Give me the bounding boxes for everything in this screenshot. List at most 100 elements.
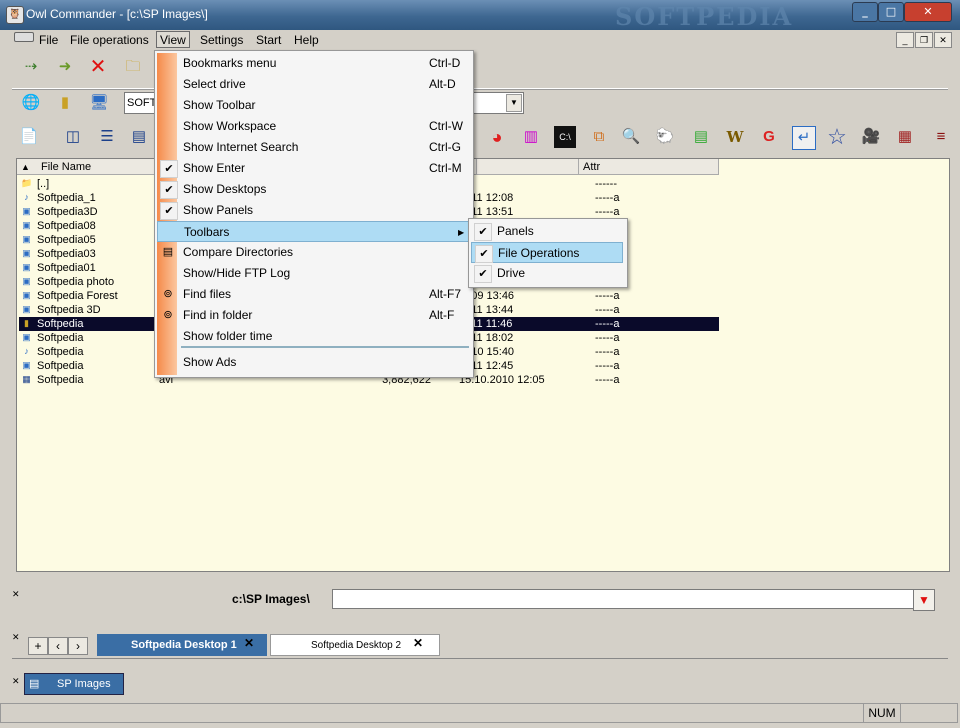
- column-header-filename-label: File Name: [40, 161, 92, 173]
- menu-item-compare-directories[interactable]: ▤ Compare Directories: [157, 242, 469, 263]
- taskbar-item-label: SP Images: [57, 678, 111, 690]
- close-desktops-pane-icon[interactable]: ✕: [12, 632, 20, 643]
- file-attr: -----a: [595, 290, 620, 302]
- system-menu-icon[interactable]: [14, 32, 34, 42]
- taskbar-item[interactable]: ▤ SP Images: [24, 673, 124, 695]
- menu-item-label: Select drive: [183, 77, 246, 91]
- menu-item-find-in-folder[interactable]: ⊚ Find in folder Alt-F: [157, 305, 469, 326]
- file-attr: -----a: [595, 346, 620, 358]
- menu-settings[interactable]: Settings: [197, 33, 246, 48]
- archive-icon[interactable]: ▮: [54, 92, 76, 114]
- file-attr: -----a: [595, 304, 620, 316]
- file-name: Softpedia: [37, 318, 84, 330]
- menu-item-show-folder-time[interactable]: Show folder time: [157, 326, 469, 347]
- menu-item-show-enter[interactable]: ✔ Show Enter Ctrl-M: [157, 158, 469, 179]
- move-icon[interactable]: ➜: [54, 56, 76, 78]
- menu-item-show-ads[interactable]: Show Ads: [157, 352, 469, 373]
- copy-icon[interactable]: ⇢: [20, 56, 42, 78]
- desktop-tab-2-close-icon[interactable]: ✕: [413, 636, 423, 650]
- menu-item-label: Toolbars: [184, 225, 230, 239]
- list-menu-icon[interactable]: ≡: [930, 126, 952, 148]
- file-attr: -----a: [595, 374, 620, 386]
- delete-icon[interactable]: ✕: [87, 56, 109, 78]
- network-folder-icon[interactable]: 🌐: [20, 92, 42, 114]
- add-desktop-button[interactable]: +: [28, 637, 48, 655]
- cascade-panels-icon[interactable]: ▤: [128, 126, 150, 148]
- menu-start[interactable]: Start: [253, 33, 284, 48]
- previous-desktop-button[interactable]: ‹: [48, 637, 68, 655]
- submenu-item-file-operations[interactable]: ✔ File Operations: [471, 242, 623, 263]
- console-icon[interactable]: C:\: [554, 126, 576, 148]
- text-file-icon[interactable]: ▤: [690, 126, 712, 148]
- menu-view[interactable]: View: [156, 31, 190, 48]
- close-pane-icon[interactable]: ✕: [12, 589, 20, 600]
- menu-item-show-hide-ftp-log[interactable]: Show/Hide FTP Log: [157, 263, 469, 284]
- submenu-item-drive[interactable]: ✔ Drive: [471, 263, 623, 284]
- menu-item-label: Show Ads: [183, 355, 237, 369]
- checkmark-icon: ✔: [475, 245, 493, 263]
- menu-item-show-toolbar[interactable]: Show Toolbar: [157, 95, 469, 116]
- mdi-close-button[interactable]: ✕: [934, 32, 952, 48]
- checkmark-icon: ✔: [474, 223, 492, 241]
- menu-item-bookmarks-menu[interactable]: Bookmarks menu Ctrl-D: [157, 53, 469, 74]
- mdi-minimize-button[interactable]: _: [896, 32, 914, 48]
- file-attr: -----a: [595, 206, 620, 218]
- menu-item-show-workspace[interactable]: Show Workspace Ctrl-W: [157, 116, 469, 137]
- command-line-input[interactable]: [332, 589, 914, 609]
- google-icon[interactable]: G: [758, 126, 780, 148]
- command-dropdown-arrow-icon[interactable]: ▼: [913, 589, 935, 611]
- menu-item-find-files[interactable]: ⊚ Find files Alt-F7: [157, 284, 469, 305]
- video-camera-icon[interactable]: 🎥: [860, 126, 882, 148]
- toolbars-submenu: ✔ Panels ✔ File Operations ✔ Drive: [468, 218, 628, 288]
- minimize-button[interactable]: _: [852, 2, 878, 22]
- menu-item-shortcut: Ctrl-M: [429, 161, 462, 175]
- wikipedia-icon[interactable]: W: [724, 126, 746, 148]
- file-name: Softpedia01: [37, 262, 96, 274]
- animal-icon[interactable]: 🐑: [654, 126, 676, 148]
- network-map-icon[interactable]: ⧉: [588, 126, 610, 148]
- two-panels-icon[interactable]: ◫: [62, 126, 84, 148]
- mdi-restore-button[interactable]: ❐: [915, 32, 933, 48]
- menu-file[interactable]: File: [36, 33, 61, 48]
- next-desktop-button[interactable]: ›: [68, 637, 88, 655]
- desktop-tab-1[interactable]: Softpedia Desktop 1: [97, 634, 267, 656]
- drive-combo[interactable]: SOFT: [124, 92, 158, 114]
- menu-item-show-desktops[interactable]: ✔ Show Desktops: [157, 179, 469, 200]
- menu-bar: File File operations View Settings Start…: [0, 30, 960, 50]
- computer-icon[interactable]: 🖥: [88, 92, 110, 114]
- menu-item-label: Show Panels: [183, 203, 254, 217]
- menu-item-toolbars[interactable]: Toolbars ▶: [157, 221, 469, 242]
- menu-item-select-drive[interactable]: Select drive Alt-D: [157, 74, 469, 95]
- menu-file-operations[interactable]: File operations: [67, 33, 152, 48]
- submenu-item-label: Panels: [497, 224, 534, 238]
- image-file-icon: ▣: [22, 262, 31, 272]
- enter-icon[interactable]: ↵: [792, 126, 816, 150]
- color-bars-icon[interactable]: ▥: [520, 126, 542, 148]
- compare-icon: ▤: [162, 246, 174, 258]
- app-owl-icon[interactable]: 🦉: [6, 6, 24, 24]
- menu-item-shortcut: Alt-F: [429, 308, 455, 322]
- notepad-icon[interactable]: 📄: [18, 126, 40, 148]
- image-file-icon: ▣: [22, 304, 31, 314]
- column-header-attr[interactable]: Attr: [579, 159, 719, 175]
- pie-chart-icon[interactable]: ◕: [486, 126, 508, 148]
- column-header-date[interactable]: [477, 159, 579, 175]
- submenu-item-panels[interactable]: ✔ Panels: [471, 221, 623, 242]
- file-attr: -----a: [595, 318, 620, 330]
- close-taskbar-pane-icon[interactable]: ✕: [12, 676, 20, 687]
- magnifier-icon[interactable]: 🔍: [620, 126, 642, 148]
- menu-help[interactable]: Help: [291, 33, 322, 48]
- desktop-tab-1-close-icon[interactable]: ✕: [244, 636, 254, 650]
- image-file-icon: ▣: [22, 332, 31, 342]
- menu-item-shortcut: Ctrl-W: [429, 119, 463, 133]
- menu-item-show-panels[interactable]: ✔ Show Panels: [157, 200, 469, 221]
- horizontal-panels-icon[interactable]: ☰: [96, 126, 118, 148]
- close-button[interactable]: ✕: [904, 2, 952, 22]
- maximize-button[interactable]: □: [878, 2, 904, 22]
- new-folder-icon[interactable]: 🗀: [122, 56, 144, 78]
- checkmark-icon: ✔: [474, 265, 492, 283]
- grid-icon[interactable]: ▦: [894, 126, 916, 148]
- star-icon[interactable]: ☆: [826, 126, 848, 148]
- menu-item-show-internet-search[interactable]: Show Internet Search Ctrl-G: [157, 137, 469, 158]
- dropdown-arrow-icon[interactable]: ▼: [506, 94, 522, 112]
